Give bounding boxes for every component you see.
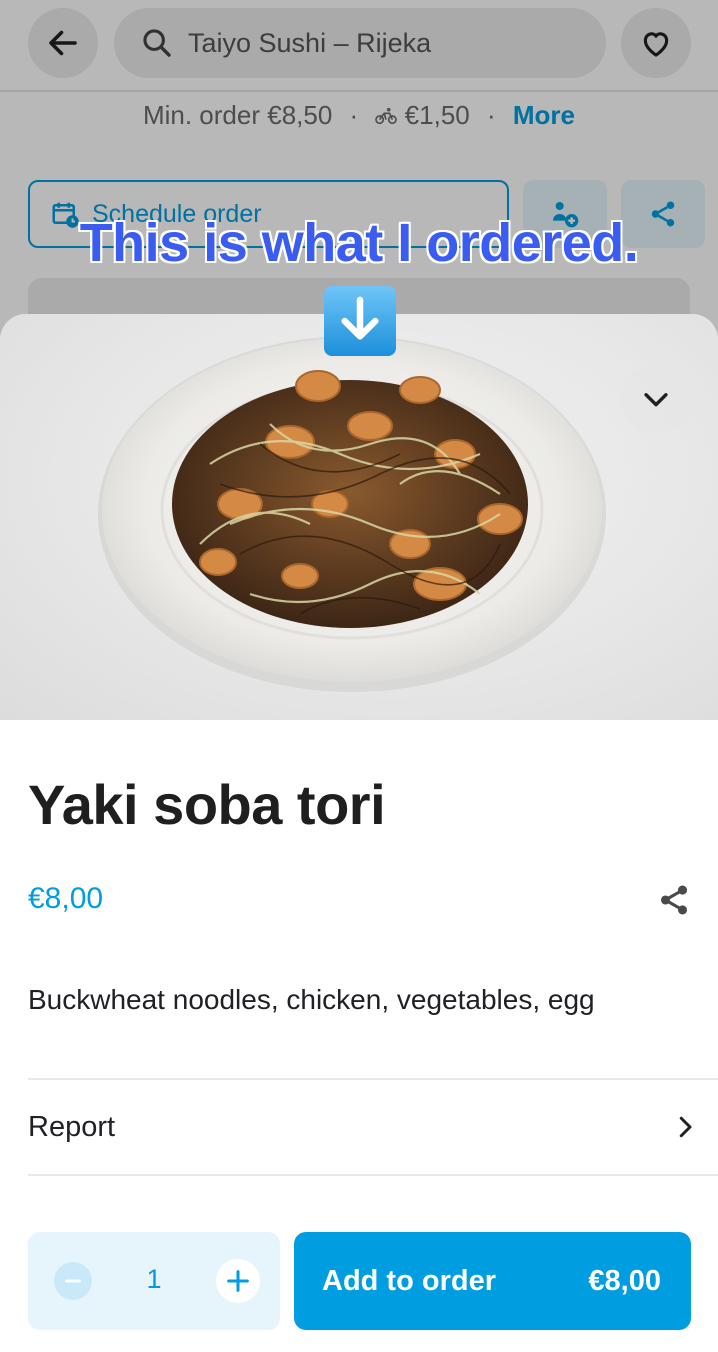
item-description: Buckwheat noodles, chicken, vegetables, …	[28, 984, 595, 1015]
item-detail-sheet: Yaki soba tori €8,00 Buckwheat noodles, …	[0, 314, 718, 1352]
plus-icon	[227, 1270, 249, 1292]
down-arrow-emoji-icon	[324, 286, 396, 356]
quantity-stepper: 1	[28, 1232, 280, 1330]
quantity-value: 1	[146, 1264, 162, 1294]
add-to-order-button[interactable]: Add to order €8,00	[294, 1232, 691, 1330]
item-title: Yaki soba tori	[28, 773, 386, 836]
arrow-down-icon	[341, 296, 379, 340]
add-to-order-label: Add to order	[322, 1264, 496, 1297]
dish-illustration	[98, 336, 606, 692]
chevron-right-icon	[679, 1116, 692, 1138]
order-total: €8,00	[588, 1264, 661, 1297]
decrease-quantity-button[interactable]	[54, 1262, 92, 1300]
minus-icon	[65, 1279, 81, 1283]
divider	[28, 1174, 718, 1176]
share-icon	[660, 885, 688, 915]
collapse-sheet-button[interactable]	[621, 364, 691, 434]
item-price: €8,00	[28, 882, 104, 915]
increase-quantity-button[interactable]	[216, 1259, 260, 1303]
overlay-caption: This is what I ordered.	[79, 213, 639, 273]
restaurant-page-background: Taiyo Sushi – Rijeka Min. order €8,50 · …	[0, 0, 718, 340]
share-item-button[interactable]	[654, 880, 694, 920]
dish-photo	[0, 314, 718, 720]
chevron-down-icon	[644, 393, 668, 407]
report-label: Report	[28, 1110, 116, 1143]
report-row[interactable]: Report	[28, 1080, 700, 1174]
